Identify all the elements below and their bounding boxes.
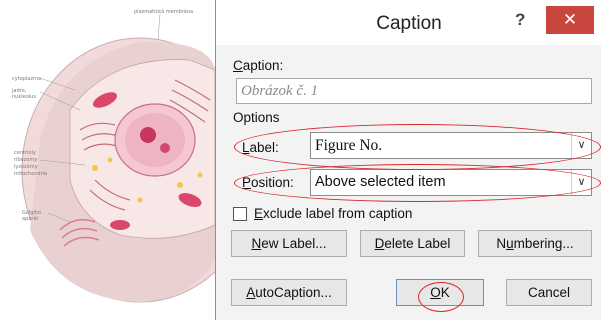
dialog-title: Caption [376, 13, 442, 34]
new-label-button[interactable]: New Label... [231, 230, 347, 257]
ok-highlight-oval [418, 282, 464, 312]
cell-label-nucleus: jadro, nukleolus [12, 88, 36, 100]
help-button[interactable]: ? [515, 10, 525, 30]
cell-label-centrioles: centrioly [14, 150, 36, 156]
exclude-label-text: Exclude label from caption [254, 206, 413, 221]
position-highlight-oval [234, 164, 601, 202]
caption-label: Caption: [233, 58, 284, 73]
cell-label-membrane: plazmatická membrána [134, 9, 194, 15]
cell-label-golgi: Golgiho aparát [22, 210, 42, 222]
cell-label-cytoplasm: cytoplazma [12, 76, 41, 82]
close-button[interactable]: ✕ [546, 6, 594, 34]
cell-label-lysosomes: lyzozómy [14, 164, 38, 170]
dialog-titlebar: Caption ? ✕ [216, 0, 601, 45]
cell-label-mitochondria: mitochondria [14, 171, 48, 177]
cell-label-ribosomes: ribozomy [14, 157, 38, 163]
caption-input[interactable]: Obrázok č. 1 [236, 78, 592, 104]
cancel-button[interactable]: Cancel [506, 279, 592, 306]
exclude-label-checkbox[interactable] [233, 207, 247, 221]
delete-label-button[interactable]: Delete Label [360, 230, 465, 257]
options-heading: Options [233, 110, 280, 125]
numbering-button[interactable]: Numbering... [478, 230, 592, 257]
autocaption-button[interactable]: AutoCaption... [231, 279, 347, 306]
